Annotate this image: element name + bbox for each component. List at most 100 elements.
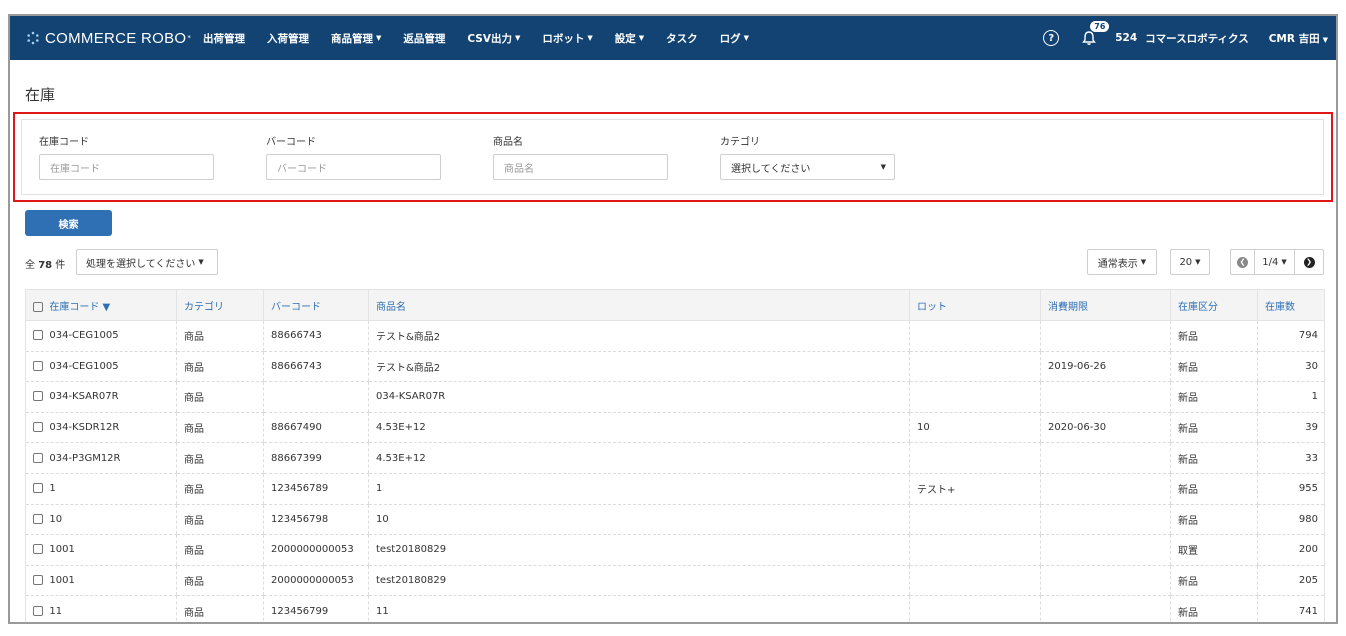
table-body: 034-CEG1005 商品 88666743 テスト&商品2 新品 794 034-CE… — [25, 320, 1325, 622]
view-mode-select[interactable]: 通常表示 ▼ — [1087, 249, 1157, 275]
column-header-quantity[interactable]: 在庫数 — [1257, 289, 1325, 321]
category-cell: 商品 — [176, 412, 264, 444]
barcode-cell: 123456799 — [263, 595, 369, 622]
view-mode-label: 通常表示 — [1097, 258, 1138, 270]
stock-code-filter: 在庫コード 在庫コード — [39, 133, 214, 180]
lot-cell — [909, 595, 1041, 622]
column-header-expiry[interactable]: 消費期限 — [1040, 289, 1171, 321]
row-checkbox[interactable] — [33, 544, 43, 555]
expiry-cell — [1040, 381, 1171, 413]
product-name-cell: 4.53E+12 — [368, 442, 910, 474]
row-checkbox[interactable] — [33, 360, 43, 371]
nav-item-tasks[interactable]: タスク — [655, 31, 709, 46]
category-cell: 商品 — [176, 320, 264, 352]
user-menu[interactable]: CMR 吉田 ▼ — [1269, 31, 1328, 46]
notification-bell-icon[interactable]: 76 — [1081, 21, 1110, 46]
quantity-cell: 794 — [1257, 320, 1325, 352]
nav-item-settings[interactable]: 設定 ▼ — [604, 31, 655, 46]
caret-down-icon: ▼ — [638, 34, 645, 42]
brand-logo[interactable]: COMMERCE ROBO * — [26, 30, 192, 47]
column-header-stock-type[interactable]: 在庫区分 — [1170, 289, 1258, 321]
lot-cell — [909, 351, 1041, 383]
column-header-barcode[interactable]: バーコード — [263, 289, 369, 321]
help-icon[interactable]: ? — [1043, 30, 1060, 46]
lot-cell — [909, 320, 1041, 352]
nav-item-returns[interactable]: 返品管理 — [392, 31, 456, 46]
column-header-category[interactable]: カテゴリ — [176, 289, 264, 321]
column-header-stock-code[interactable]: 在庫コード ▼ — [25, 289, 177, 321]
column-header-product-name[interactable]: 商品名 — [368, 289, 910, 321]
stock-code-text: 11 — [49, 605, 63, 617]
table-row[interactable]: 1001 商品 2000000000053 test20180829 取置 200 — [25, 534, 1325, 566]
row-checkbox[interactable] — [33, 391, 43, 402]
category-cell: 商品 — [176, 565, 264, 597]
product-name-input[interactable]: 商品名 — [493, 154, 668, 180]
row-checkbox[interactable] — [33, 483, 43, 494]
prev-page-button[interactable]: ❮ — [1231, 250, 1255, 274]
pagination: ❮ 1/4 ▼ ❯ — [1230, 249, 1324, 275]
count-prefix: 全 — [25, 260, 35, 271]
table-row[interactable]: 034-KSDR12R 商品 88667490 4.53E+12 10 2020-06-3… — [25, 412, 1325, 444]
table-row[interactable]: 1001 商品 2000000000053 test20180829 新品 205 — [25, 565, 1325, 597]
caret-down-icon: ▼ — [1140, 258, 1147, 266]
table-row[interactable]: 034-P3GM12R 商品 88667399 4.53E+12 新品 33 — [25, 442, 1325, 474]
table-row[interactable]: 034-CEG1005 商品 88666743 テスト&商品2 2019-06-26 新品… — [25, 351, 1325, 383]
category-selected-value: 選択してください — [731, 163, 811, 175]
column-header-lot[interactable]: ロット — [909, 289, 1041, 321]
bulk-action-select[interactable]: 処理を選択してください ▼ — [76, 249, 218, 275]
quantity-cell: 980 — [1257, 504, 1325, 536]
stock-code-cell: 034-CEG1005 — [25, 351, 177, 383]
category-label: カテゴリ — [720, 137, 760, 148]
nav-item-logs[interactable]: ログ ▼ — [709, 31, 760, 46]
stock-code-cell: 034-KSAR07R — [25, 381, 177, 413]
product-name-cell: 4.53E+12 — [368, 412, 910, 444]
row-checkbox[interactable] — [33, 513, 43, 524]
bulk-action-label: 処理を選択してください — [86, 258, 196, 270]
search-button[interactable]: 検索 — [25, 210, 112, 236]
table-row[interactable]: 11 商品 123456799 11 新品 741 — [25, 595, 1325, 622]
nav-item-csv-export[interactable]: CSV出力 ▼ — [456, 31, 531, 46]
page-title: 在庫 — [25, 86, 56, 104]
expiry-cell — [1040, 442, 1171, 474]
category-cell: 商品 — [176, 381, 264, 413]
table-row[interactable]: 1 商品 123456789 1 テスト+ 新品 955 — [25, 473, 1325, 505]
lot-cell — [909, 442, 1041, 474]
row-checkbox[interactable] — [33, 452, 43, 463]
stock-code-input[interactable]: 在庫コード — [39, 154, 214, 180]
select-all-checkbox[interactable] — [33, 301, 43, 312]
nav-item-robot[interactable]: ロボット ▼ — [531, 31, 603, 46]
barcode-input[interactable]: バーコード — [266, 154, 441, 180]
category-filter: カテゴリ 選択してください ▼ — [720, 133, 895, 180]
nav-item-receiving[interactable]: 入荷管理 — [256, 31, 320, 46]
table-row[interactable]: 10 商品 123456798 10 新品 980 — [25, 504, 1325, 536]
stock-type-cell: 新品 — [1170, 504, 1258, 536]
stock-code-text: 10 — [49, 513, 63, 525]
next-page-button[interactable]: ❯ — [1295, 250, 1323, 274]
category-select[interactable]: 選択してください ▼ — [720, 154, 895, 180]
caret-down-icon: ▼ — [376, 34, 382, 42]
bell-icon — [1082, 31, 1097, 45]
stock-type-cell: 新品 — [1170, 320, 1258, 352]
stock-code-cell: 034-KSDR12R — [25, 412, 177, 444]
barcode-filter: バーコード バーコード — [266, 133, 441, 180]
row-checkbox[interactable] — [33, 422, 43, 433]
page-select[interactable]: 1/4 ▼ — [1255, 250, 1295, 274]
caret-down-icon: ▼ — [1322, 35, 1328, 44]
table-row[interactable]: 034-KSAR07R 商品 034-KSAR07R 新品 1 — [25, 381, 1325, 413]
quantity-cell: 39 — [1257, 412, 1325, 444]
row-checkbox[interactable] — [33, 605, 43, 616]
nav-item-products[interactable]: 商品管理 ▼ — [320, 31, 392, 46]
quantity-cell: 741 — [1257, 595, 1325, 622]
expiry-cell — [1040, 595, 1171, 622]
barcode-cell: 88667399 — [263, 442, 369, 474]
row-checkbox[interactable] — [33, 575, 43, 586]
product-name-cell: test20180829 — [368, 565, 910, 597]
table-row[interactable]: 034-CEG1005 商品 88666743 テスト&商品2 新品 794 — [25, 320, 1325, 352]
stock-code-text: 034-KSAR07R — [49, 391, 119, 403]
stock-code-text: 1001 — [49, 544, 75, 556]
nav-item-shipping[interactable]: 出荷管理 — [192, 31, 256, 46]
product-name-cell: 1 — [368, 473, 910, 505]
barcode-cell: 123456798 — [263, 504, 369, 536]
per-page-select[interactable]: 20 ▼ — [1170, 249, 1210, 275]
row-checkbox[interactable] — [33, 330, 43, 341]
